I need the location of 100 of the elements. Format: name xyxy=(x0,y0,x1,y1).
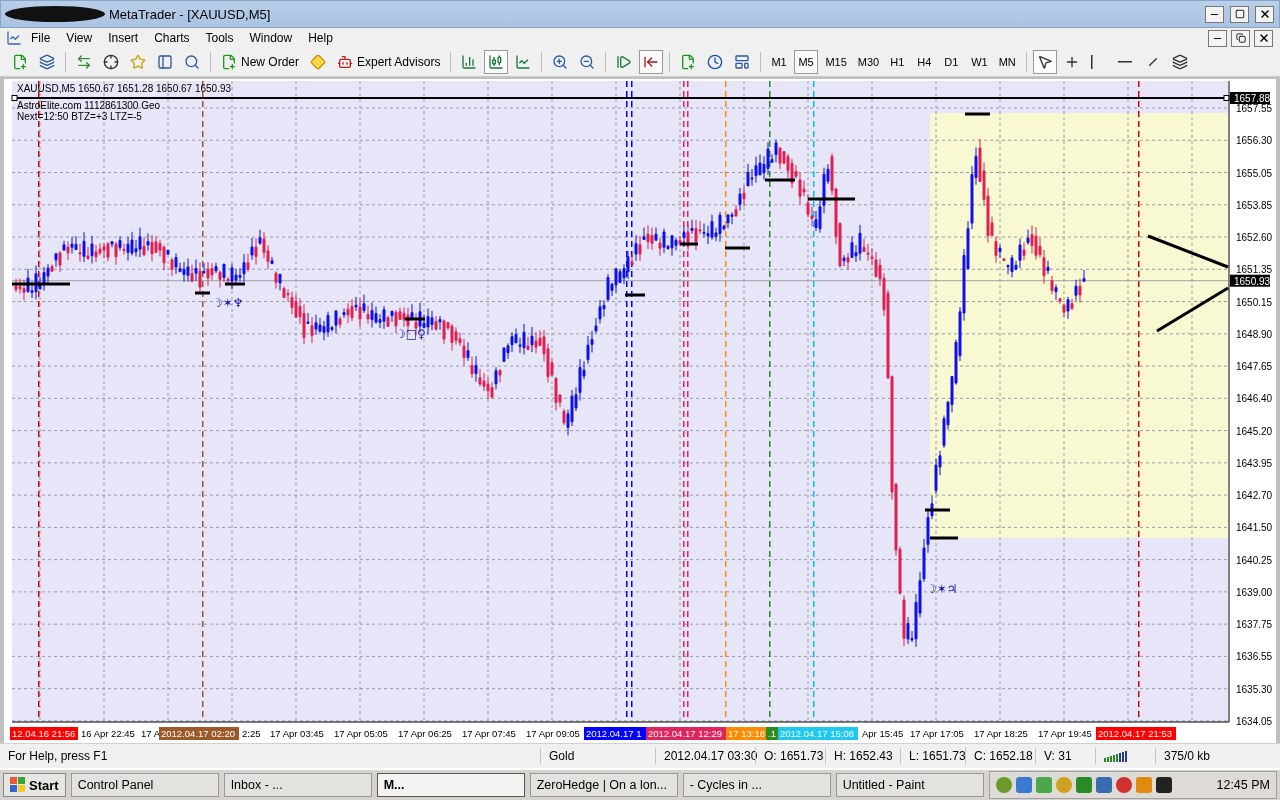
time-label: 17 13:18 xyxy=(726,727,766,740)
time-label: 12.04.16 21:56 xyxy=(10,727,78,740)
price-label: 1651.35 xyxy=(1236,264,1273,276)
timeframe-button[interactable]: M15 xyxy=(821,50,851,74)
status-text: Gold xyxy=(540,747,655,765)
maximize-button[interactable] xyxy=(1230,5,1249,23)
aspect-glyphs: ☽✶♃ xyxy=(926,582,958,596)
price-label: 1646.40 xyxy=(1236,393,1273,405)
price-label: 1657.55 xyxy=(1236,103,1273,114)
menu-item[interactable]: Charts xyxy=(147,29,197,47)
market-watch-icon xyxy=(76,54,92,70)
price-label: 1635.30 xyxy=(1236,683,1273,695)
close-icon xyxy=(1257,32,1270,44)
price-label: 1634.05 xyxy=(1236,715,1273,727)
timeframe-button[interactable]: D1 xyxy=(940,50,965,74)
status-text: 2012.04.17 03:30 xyxy=(655,747,755,765)
price-label: 1640.25 xyxy=(1236,554,1273,566)
clock-icon xyxy=(707,54,724,70)
status-text: For Help, press F1 xyxy=(7,748,109,765)
timeframe-button[interactable]: M30 xyxy=(853,50,884,74)
taskbar-button[interactable]: Untitled - Paint xyxy=(835,773,984,797)
time-label: .1 xyxy=(766,727,778,740)
status-text: O: 1651.73 xyxy=(755,747,825,765)
taskbar-button[interactable]: Control Panel xyxy=(70,773,219,797)
menu-item[interactable]: Window xyxy=(242,29,300,47)
expert-advisors-button[interactable]: Expert Advisors xyxy=(333,50,445,74)
time-label: 17 Apr 07:45 xyxy=(462,728,516,739)
taskbar-button[interactable]: M... xyxy=(376,773,525,797)
price-label: 1643.95 xyxy=(1236,457,1273,469)
line-chart-icon xyxy=(515,54,532,70)
timeframe-button[interactable]: H4 xyxy=(913,50,938,74)
maximize-icon xyxy=(1234,9,1245,19)
crosshair-icon xyxy=(103,54,119,70)
time-label: Apr 15:45 xyxy=(862,728,904,739)
close-icon xyxy=(1258,8,1271,20)
price-label: 1652.60 xyxy=(1236,232,1273,244)
windows-logo-icon xyxy=(10,777,26,793)
menu-item[interactable]: View xyxy=(59,29,100,47)
price-label: 1637.75 xyxy=(1236,619,1273,631)
time-label: 16 Apr 22:45 xyxy=(81,728,135,739)
time-label: 2012.04.17 1 xyxy=(584,727,646,740)
restore-icon xyxy=(1235,33,1246,43)
timeframe-button[interactable]: M5 xyxy=(794,50,819,74)
level-line xyxy=(12,282,70,286)
time-label: 2:25 xyxy=(242,728,261,739)
menu-item[interactable]: Help xyxy=(301,29,340,47)
chart-type-button[interactable] xyxy=(484,50,509,74)
cursor-icon xyxy=(1036,54,1053,70)
restore-button[interactable] xyxy=(1231,29,1250,47)
price-label: 1656.30 xyxy=(1236,135,1273,147)
time-label: 17 Apr 09:05 xyxy=(526,728,580,739)
drawing-tool-button[interactable] xyxy=(1032,50,1057,74)
status-text: H: 1652.43 xyxy=(825,747,900,765)
taskbar-button[interactable]: ZeroHedge | On a lon... xyxy=(529,773,678,797)
price-label: 1648.90 xyxy=(1236,328,1273,340)
level-line xyxy=(725,246,750,250)
price-label: 1642.70 xyxy=(1236,490,1273,502)
close-button[interactable] xyxy=(1254,29,1273,47)
price-label: 1641.50 xyxy=(1236,522,1273,534)
chart-header: XAUUSD,M5 1650.67 1651.28 1650.67 1650.93 xyxy=(17,83,232,94)
level-line xyxy=(930,536,958,540)
new-order-button[interactable]: New Order xyxy=(217,50,303,74)
price-tag: 1657.88 xyxy=(1230,92,1271,104)
new-order-icon xyxy=(221,54,237,70)
candlestick-icon xyxy=(488,54,505,70)
price-label: 1650.15 xyxy=(1236,296,1273,308)
horizontal-line-icon xyxy=(1117,61,1132,63)
price-label: 1647.65 xyxy=(1236,361,1273,373)
level-line xyxy=(965,112,990,116)
time-label: 17 Apr 06:25 xyxy=(398,728,452,739)
start-button[interactable]: Start xyxy=(3,773,66,797)
time-label: 2012.04.17 12:29 xyxy=(646,727,726,740)
chart-window-icon xyxy=(6,30,22,46)
minimize-button[interactable] xyxy=(1205,5,1224,23)
timeframe-button[interactable]: M1 xyxy=(767,50,792,74)
price-label: 1645.20 xyxy=(1236,425,1273,437)
menu-item[interactable]: File xyxy=(24,29,58,47)
level-line xyxy=(765,178,795,182)
window-title: MetaTrader - [XAUUSD,M5] xyxy=(109,6,271,22)
timeframe-button[interactable]: H1 xyxy=(886,50,911,74)
time-label: 2012.04.17 15:08 xyxy=(778,727,858,740)
timeframe-button[interactable]: MN xyxy=(994,50,1020,74)
template-icon xyxy=(734,54,751,70)
vertical-line-icon xyxy=(1090,55,1093,69)
time-label: 17 Apr 18:25 xyxy=(974,728,1028,739)
menu-item[interactable]: Tools xyxy=(198,29,241,47)
menu-item[interactable]: Insert xyxy=(101,29,146,47)
minimize-button[interactable] xyxy=(1208,29,1227,47)
time-label: 17 Apr 05:05 xyxy=(334,728,388,739)
taskbar-button[interactable]: Inbox - ... xyxy=(223,773,372,797)
taskbar-button[interactable]: - Cycles in ... xyxy=(682,773,831,797)
timeframe-button[interactable]: W1 xyxy=(967,50,992,74)
tray-icon[interactable] xyxy=(1155,777,1172,793)
close-button[interactable] xyxy=(1255,5,1274,23)
price-label: 1639.00 xyxy=(1236,586,1273,598)
search-icon xyxy=(184,54,200,70)
chart-shift-button[interactable] xyxy=(639,50,664,74)
time-label: 17 Apr 19:45 xyxy=(1038,728,1092,739)
level-line xyxy=(225,282,245,286)
status-text: 375/0 kb xyxy=(1155,747,1255,765)
